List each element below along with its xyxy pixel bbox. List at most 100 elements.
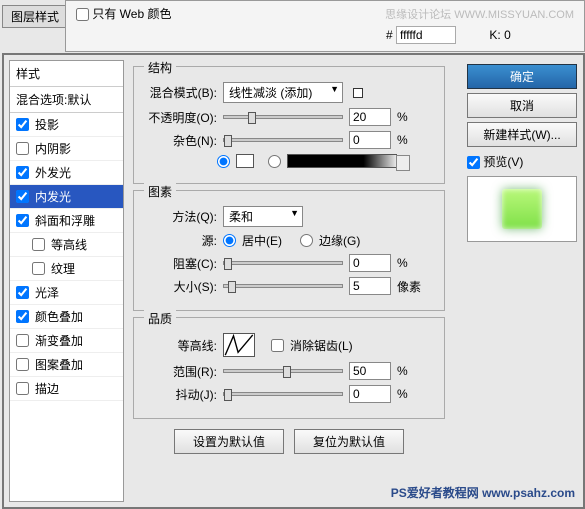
style-item-描边[interactable]: 描边 [10, 377, 123, 401]
style-label: 渐变叠加 [35, 332, 83, 349]
settings-panel: 结构 混合模式(B): 线性减淡 (添加) 不透明度(O): % 杂色(N): … [129, 60, 449, 502]
method-label: 方法(Q): [142, 208, 217, 225]
choke-input[interactable] [349, 254, 391, 272]
web-only-label: 只有 Web 颜色 [92, 7, 171, 21]
set-default-button[interactable]: 设置为默认值 [174, 429, 284, 454]
style-checkbox[interactable] [32, 262, 45, 275]
color-picker-strip: 只有 Web 颜色 # K: 0 思缘设计论坛 WWW.MISSYUAN.COM [65, 0, 585, 52]
preview-label: 预览(V) [483, 155, 523, 169]
style-checkbox[interactable] [16, 190, 29, 203]
range-label: 范围(R): [142, 363, 217, 380]
choke-label: 阻塞(C): [142, 255, 217, 272]
source-center-radio[interactable] [223, 234, 236, 247]
style-item-斜面和浮雕[interactable]: 斜面和浮雕 [10, 209, 123, 233]
style-item-光泽[interactable]: 光泽 [10, 281, 123, 305]
style-item-投影[interactable]: 投影 [10, 113, 123, 137]
new-style-button[interactable]: 新建样式(W)... [467, 122, 577, 147]
noise-label: 杂色(N): [142, 132, 217, 149]
blend-options[interactable]: 混合选项:默认 [10, 87, 123, 113]
size-slider[interactable] [223, 284, 343, 288]
style-label: 外发光 [35, 164, 71, 181]
structure-group: 结构 混合模式(B): 线性减淡 (添加) 不透明度(O): % 杂色(N): … [133, 66, 445, 184]
pct-label: % [397, 256, 408, 270]
style-label: 纹理 [51, 260, 75, 277]
ok-button[interactable]: 确定 [467, 64, 577, 89]
style-item-纹理[interactable]: 纹理 [10, 257, 123, 281]
k-value: 0 [504, 28, 511, 42]
antialias-checkbox[interactable] [271, 339, 284, 352]
blend-dropdown-icon[interactable] [353, 88, 363, 98]
method-dropdown[interactable]: 柔和 [223, 206, 303, 227]
style-item-内阴影[interactable]: 内阴影 [10, 137, 123, 161]
blend-mode-label: 混合模式(B): [142, 84, 217, 101]
style-item-颜色叠加[interactable]: 颜色叠加 [10, 305, 123, 329]
range-slider[interactable] [223, 369, 343, 373]
style-checkbox[interactable] [16, 214, 29, 227]
style-label: 内阴影 [35, 140, 71, 157]
style-item-渐变叠加[interactable]: 渐变叠加 [10, 329, 123, 353]
style-label: 图案叠加 [35, 356, 83, 373]
style-label: 光泽 [35, 284, 59, 301]
size-input[interactable] [349, 277, 391, 295]
style-checkbox[interactable] [16, 334, 29, 347]
px-label: 像素 [397, 278, 421, 295]
watermark-bottom: PS爱好者教程网 www.psahz.com [391, 484, 575, 501]
style-item-等高线[interactable]: 等高线 [10, 233, 123, 257]
preview-checkbox[interactable]: 预览(V) [467, 153, 577, 170]
style-checkbox[interactable] [16, 286, 29, 299]
contour-picker[interactable] [223, 333, 255, 357]
style-label: 内发光 [35, 188, 71, 205]
opacity-input[interactable] [349, 108, 391, 126]
antialias-label: 消除锯齿(L) [290, 337, 353, 354]
pct-label: % [397, 387, 408, 401]
dialog-tab: 图层样式 [2, 5, 68, 28]
layer-style-dialog: 样式 混合选项:默认 投影内阴影外发光内发光斜面和浮雕等高线纹理光泽颜色叠加渐变… [2, 53, 585, 509]
style-item-外发光[interactable]: 外发光 [10, 161, 123, 185]
style-item-图案叠加[interactable]: 图案叠加 [10, 353, 123, 377]
style-checkbox[interactable] [16, 166, 29, 179]
quality-group: 品质 等高线: 消除锯齿(L) 范围(R): % 抖动(J): % [133, 317, 445, 419]
range-input[interactable] [349, 362, 391, 380]
blend-mode-dropdown[interactable]: 线性减淡 (添加) [223, 82, 343, 103]
style-label: 斜面和浮雕 [35, 212, 95, 229]
choke-slider[interactable] [223, 261, 343, 265]
hex-input[interactable] [396, 26, 456, 44]
style-label: 描边 [35, 380, 59, 397]
style-checkbox[interactable] [16, 142, 29, 155]
source-edge-radio[interactable] [300, 234, 313, 247]
edge-label: 边缘(G) [319, 232, 360, 249]
size-label: 大小(S): [142, 278, 217, 295]
style-label: 投影 [35, 116, 59, 133]
opacity-slider[interactable] [223, 115, 343, 119]
solid-color-radio[interactable] [217, 155, 230, 168]
style-checkbox[interactable] [16, 118, 29, 131]
right-panel: 确定 取消 新建样式(W)... 预览(V) [467, 60, 577, 242]
web-only-checkbox[interactable]: 只有 Web 颜色 [76, 7, 171, 21]
style-checkbox[interactable] [16, 310, 29, 323]
pct-label: % [397, 364, 408, 378]
reset-default-button[interactable]: 复位为默认值 [294, 429, 404, 454]
style-checkbox[interactable] [16, 382, 29, 395]
element-group: 图素 方法(Q): 柔和 源: 居中(E) 边缘(G) 阻塞(C): % 大小(… [133, 190, 445, 311]
jitter-label: 抖动(J): [142, 386, 217, 403]
gradient-radio[interactable] [268, 155, 281, 168]
quality-title: 品质 [144, 310, 176, 327]
color-swatch[interactable] [236, 154, 254, 168]
jitter-slider[interactable] [223, 392, 343, 396]
style-checkbox[interactable] [32, 238, 45, 251]
jitter-input[interactable] [349, 385, 391, 403]
styles-list: 样式 混合选项:默认 投影内阴影外发光内发光斜面和浮雕等高线纹理光泽颜色叠加渐变… [9, 60, 124, 502]
noise-slider[interactable] [223, 138, 343, 142]
hash-label: # [386, 28, 393, 42]
style-label: 颜色叠加 [35, 308, 83, 325]
style-item-内发光[interactable]: 内发光 [10, 185, 123, 209]
source-label: 源: [142, 232, 217, 249]
styles-header[interactable]: 样式 [10, 61, 123, 87]
preview-chip [502, 189, 542, 229]
contour-label: 等高线: [142, 337, 217, 354]
cancel-button[interactable]: 取消 [467, 93, 577, 118]
noise-input[interactable] [349, 131, 391, 149]
k-label: K: [489, 28, 500, 42]
gradient-bar[interactable] [287, 154, 397, 168]
style-checkbox[interactable] [16, 358, 29, 371]
